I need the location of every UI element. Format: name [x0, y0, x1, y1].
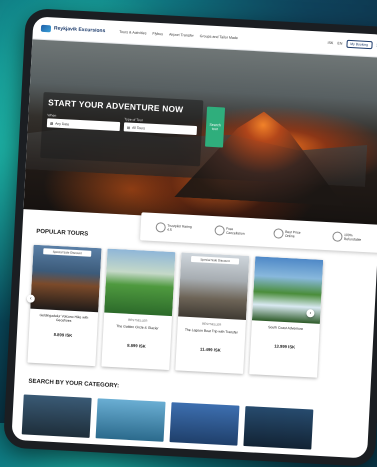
tour-price: 8.899 ISK: [127, 342, 146, 349]
nav-links: Tours & Activities Flybus Airport Transf…: [119, 30, 238, 40]
calendar-icon: ▦: [49, 120, 54, 126]
tour-type-value: All Tours: [132, 125, 146, 130]
search-tour-button[interactable]: Search tour: [204, 106, 226, 148]
date-value: Any Date: [55, 121, 70, 126]
tour-meta: BESTSELLER: [201, 321, 222, 327]
nav-link-flybus[interactable]: Flybus: [152, 32, 163, 37]
website-screen: Reykjavik Excursions Tours & Activities …: [11, 16, 377, 459]
popular-tours-title: POPULAR TOURS: [36, 228, 89, 238]
tour-name: The Lagoon Boat Trip with Transfer: [184, 327, 238, 335]
refund-icon: [331, 231, 343, 242]
tour-type-icon: ▤: [126, 124, 131, 130]
language-selector[interactable]: EN: [337, 41, 342, 45]
brand-logo[interactable]: Reykjavik Excursions: [40, 24, 106, 35]
category-title: SEARCH BY YOUR CATEGORY:: [28, 378, 120, 390]
tour-name: Geldingadalur Volcano Hike with Geoshoes: [39, 313, 89, 323]
brand-name: Reykjavik Excursions: [53, 25, 106, 35]
trustpilot-icon: [154, 222, 166, 233]
tablet-frame: Reykjavik Excursions Tours & Activities …: [2, 8, 377, 467]
booking-widget: START YOUR ADVENTURE NOW When ▦ Any Date…: [40, 92, 204, 167]
price-tag-icon: [272, 228, 284, 239]
tour-card[interactable]: South Coast Adventure 13.999 ISK: [249, 256, 324, 378]
category-tile[interactable]: [243, 406, 314, 450]
category-row: [21, 394, 354, 451]
tour-card[interactable]: Special Sale Discount BESTSELLER The Lag…: [175, 252, 250, 374]
trust-label: Free Cancellation: [225, 226, 245, 236]
tour-name: South Coast Adventure: [268, 325, 304, 331]
currency-selector[interactable]: ISK: [327, 41, 333, 45]
tour-meta: BESTSELLER: [128, 317, 148, 323]
when-field: When ▦ Any Date: [46, 113, 121, 132]
tour-image: [104, 248, 176, 317]
trust-item-cancellation: Free Cancellation: [213, 225, 252, 237]
logo-mark-icon: [40, 24, 52, 32]
booking-fields: When ▦ Any Date Type of Tour ▤ All Tours: [46, 113, 198, 136]
nav-link-groups[interactable]: Groups and Tailor Made: [200, 34, 238, 40]
tour-price: 8.899 ISK: [53, 331, 73, 338]
trust-label: Trustpilot Rating 4.5: [166, 223, 192, 232]
tour-type-field: Type of Tour ▤ All Tours: [123, 117, 198, 136]
tour-card[interactable]: Special Sale Discount Geldingadalur Volc…: [27, 244, 102, 367]
tour-price: 13.999 ISK: [274, 343, 296, 350]
calendar-check-icon: [213, 225, 225, 236]
nav-utilities: ISK EN My Booking 🛒: [327, 39, 377, 50]
nav-link-tours[interactable]: Tours & Activities: [119, 30, 146, 35]
my-booking-button[interactable]: My Booking: [346, 39, 373, 50]
trust-item-refund: 100% Refundable: [331, 231, 370, 243]
trust-label: 100% Refundable: [343, 232, 362, 242]
trust-item-rating: Trustpilot Rating 4.5: [154, 222, 193, 234]
trust-label: Best Price Online: [284, 229, 301, 239]
tour-card[interactable]: BESTSELLER The Golden Circle & Glacier 8…: [101, 248, 176, 370]
trust-item-price: Best Price Online: [272, 228, 311, 240]
tour-price: 11.499 ISK: [199, 346, 221, 353]
hero-banner: START YOUR ADVENTURE NOW When ▦ Any Date…: [23, 39, 377, 228]
tour-name: The Golden Circle & Glacier: [116, 324, 159, 331]
category-tile[interactable]: [169, 402, 240, 446]
category-tile[interactable]: [95, 398, 166, 442]
hero-title: START YOUR ADVENTURE NOW: [47, 97, 184, 115]
category-tile[interactable]: [21, 394, 92, 438]
nav-link-airport[interactable]: Airport Transfer: [169, 33, 194, 38]
